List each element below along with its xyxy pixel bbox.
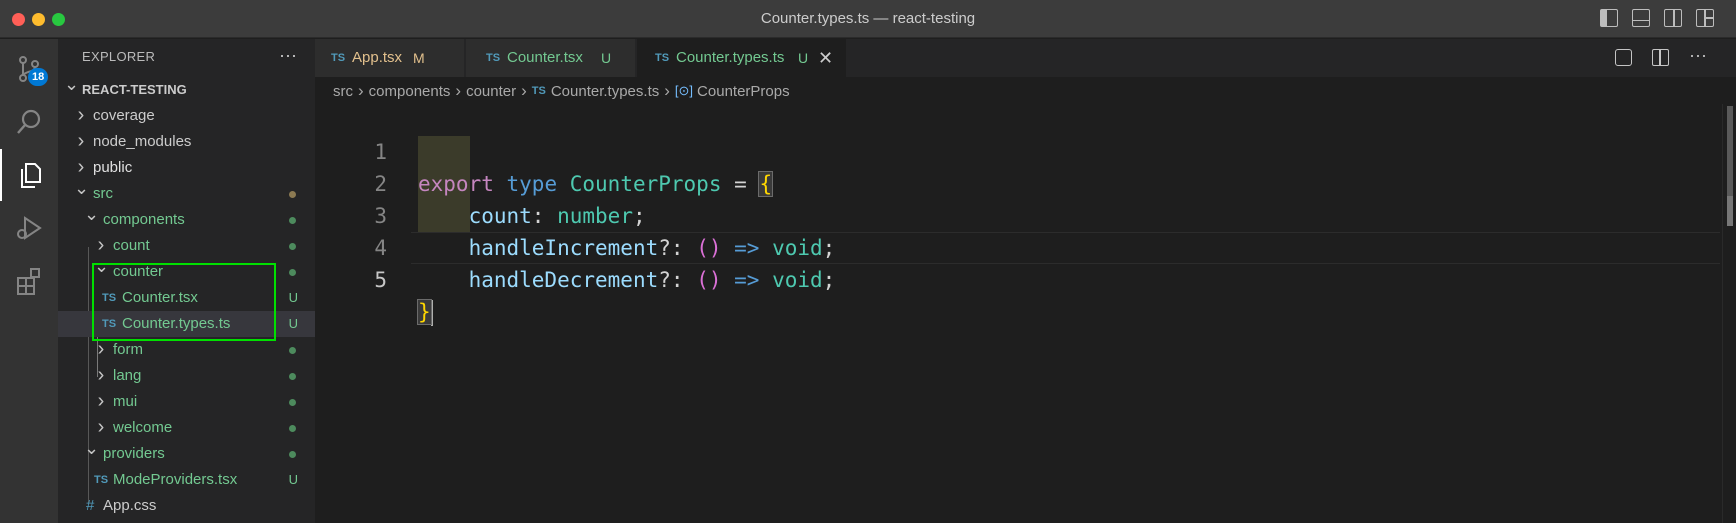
activity-explorer[interactable] [0,149,58,201]
explorer-more-icon[interactable]: ··· [279,45,297,66]
breadcrumb: src › components › counter › TS Counter.… [333,80,790,102]
window-title: Counter.types.ts — react-testing [760,10,976,27]
editor-scrollbar[interactable] [1722,104,1736,523]
tree-item-app-css[interactable]: # App.css [58,493,315,519]
breadcrumb-item[interactable]: Counter.types.ts [551,83,659,100]
status-dot [289,243,296,250]
tree-item-node-modules[interactable]: node_modules [58,129,315,155]
title-bar: Counter.types.ts — react-testing [0,0,1736,38]
status-dot [289,191,296,198]
breadcrumb-item[interactable]: components [369,83,451,100]
layout-controls [1600,9,1714,27]
tab-app-tsx[interactable]: TS App.tsx M [315,39,465,77]
symbol-interface-icon: [⊙] [674,83,694,98]
matched-bracket: } [417,299,432,325]
toggle-panel-icon[interactable] [1632,9,1650,27]
activity-source-control[interactable]: 18 [0,43,58,95]
tree-item-coverage[interactable]: coverage [58,103,315,129]
tree-item-public[interactable]: public [58,155,315,181]
tab-counter-types-ts[interactable]: TS Counter.types.ts U ✕ [637,39,847,77]
search-icon [17,109,41,134]
chevron-right-icon [94,337,108,365]
code-editor[interactable]: 1 export type CounterProps = { 2 count: … [315,104,1736,523]
status-dot [289,217,296,224]
activity-extensions[interactable] [0,255,58,307]
chevron-right-icon: › [664,81,670,100]
chevron-down-icon [84,207,98,235]
files-icon [21,163,41,188]
code-line: 3 handleIncrement?: () => void; [315,168,1720,260]
close-icon[interactable]: ✕ [818,39,833,77]
status-dot [289,347,296,354]
customize-layout-icon[interactable] [1696,9,1714,27]
more-actions-icon[interactable]: ··· [1689,46,1707,66]
text-cursor [430,300,433,326]
editor-actions: ··· [1615,46,1707,66]
split-editor-icon[interactable] [1652,49,1669,66]
tree-item-lang[interactable]: lang [58,363,315,389]
activity-bar: 18 [0,39,58,523]
css-file-icon: # [86,497,95,514]
chevron-down-icon [64,77,78,105]
breadcrumb-item[interactable]: src [333,83,353,100]
code-line: 4 handleDecrement?: () => void; [315,200,1720,292]
status-dot [289,425,296,432]
code-line: 1 export type CounterProps = { [315,104,1720,197]
chevron-right-icon [94,389,108,417]
tab-counter-tsx[interactable]: TS Counter.tsx U [466,39,636,77]
chevron-right-icon [74,103,88,131]
chevron-right-icon: › [521,81,527,100]
source-control-badge: 18 [28,68,49,86]
chevron-right-icon: › [455,81,462,100]
typescript-file-icon: TS [331,52,346,64]
chevron-down-icon [84,441,98,469]
tree-item-mode-providers[interactable]: TS ModeProviders.tsx U [58,467,315,493]
highlight-annotation [92,263,276,341]
open-changes-icon[interactable] [1615,49,1632,66]
tree-item-components[interactable]: components [58,207,315,233]
activity-search[interactable] [0,96,58,148]
chevron-right-icon [94,363,108,391]
extensions-icon [17,268,40,295]
status-dot [289,399,296,406]
explorer-title: EXPLORER [82,49,156,64]
tree-item-mui[interactable]: mui [58,389,315,415]
typescript-file-icon: TS [486,52,501,64]
code-line: 2 count: number; [315,136,1720,228]
code-line: 5 } [315,232,1720,326]
overview-ruler-mark [1727,196,1733,226]
activity-run-debug[interactable] [0,202,58,254]
typescript-file-icon: TS [94,474,109,486]
status-dot [289,451,296,458]
tree-root[interactable]: REACT-TESTING [58,77,315,103]
chevron-right-icon: › [358,81,364,100]
run-debug-icon [17,216,42,240]
status-dot [289,373,296,380]
chevron-right-icon [74,129,88,157]
status-dot [289,269,296,276]
breadcrumb-item[interactable]: counter [466,83,516,100]
toggle-secondary-sidebar-icon[interactable] [1664,9,1682,27]
breadcrumb-item[interactable]: CounterProps [697,83,790,100]
tree-item-providers[interactable]: providers [58,441,315,467]
toggle-sidebar-icon[interactable] [1600,9,1618,27]
editor-tab-bar: TS App.tsx M TS Counter.tsx U TS Counter… [315,39,1736,77]
typescript-file-icon: TS [531,85,546,97]
line-number: 5 [374,268,387,292]
typescript-file-icon: TS [655,52,670,64]
